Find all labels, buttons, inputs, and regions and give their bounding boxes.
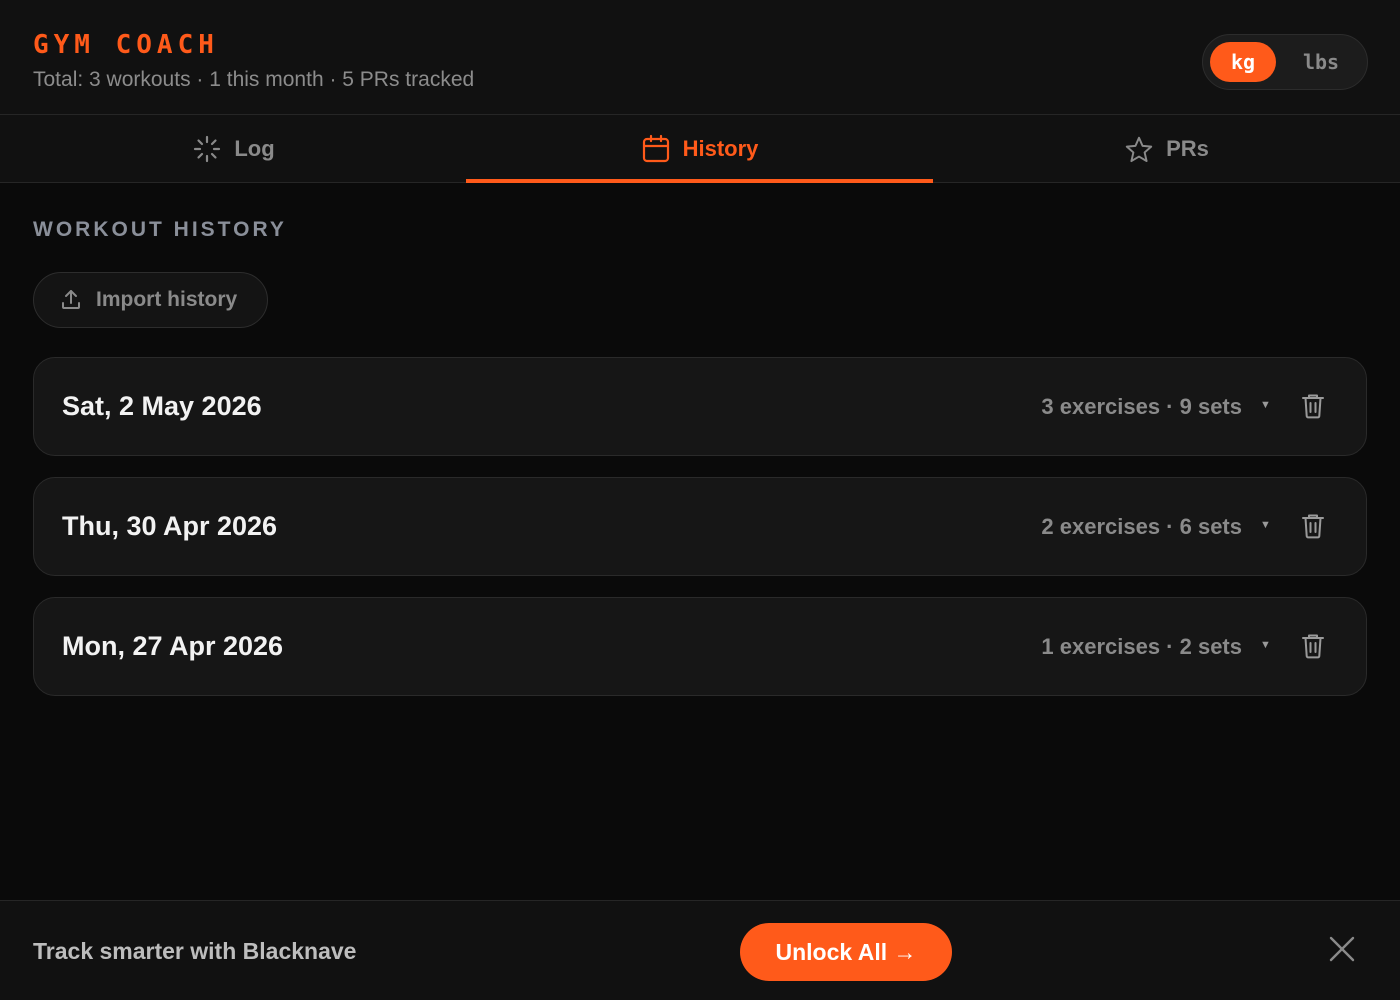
- workout-summary: 1 exercises · 2 sets: [1041, 634, 1242, 659]
- close-icon: [1328, 935, 1356, 966]
- chevron-down-icon: ▼: [1260, 519, 1271, 531]
- upload-icon: [60, 289, 82, 311]
- section-title: WORKOUT HISTORY: [33, 218, 287, 241]
- app-header: GYM COACH Total: 3 workouts · 1 this mon…: [0, 0, 1400, 115]
- app-root: GYM COACH Total: 3 workouts · 1 this mon…: [0, 0, 1400, 1000]
- tab-history[interactable]: History: [466, 115, 933, 183]
- workout-date: Mon, 27 Apr 2026: [62, 631, 284, 661]
- app-title: GYM COACH: [33, 30, 219, 60]
- workout-summary: 2 exercises · 6 sets: [1041, 514, 1242, 539]
- tab-history-label: History: [682, 136, 759, 161]
- import-history-button[interactable]: Import history: [33, 272, 268, 328]
- delete-workout-button[interactable]: [1298, 392, 1328, 422]
- workout-card[interactable]: Mon, 27 Apr 2026 1 exercises · 2 sets ▼: [33, 597, 1367, 696]
- workout-summary: 3 exercises · 9 sets: [1041, 394, 1242, 419]
- workout-date: Thu, 30 Apr 2026: [62, 511, 278, 541]
- workout-card[interactable]: Sat, 2 May 2026 3 exercises · 9 sets ▼: [33, 357, 1367, 456]
- tab-prs[interactable]: PRs: [933, 115, 1400, 183]
- workout-card[interactable]: Thu, 30 Apr 2026 2 exercises · 6 sets ▼: [33, 477, 1367, 576]
- unlock-all-button[interactable]: Unlock All →: [740, 923, 952, 981]
- star-icon: [1124, 134, 1154, 164]
- close-banner-button[interactable]: [1326, 934, 1358, 966]
- chevron-down-icon: ▼: [1260, 399, 1271, 411]
- tab-prs-label: PRs: [1166, 136, 1209, 161]
- delete-workout-button[interactable]: [1298, 632, 1328, 662]
- trash-icon: [1301, 633, 1325, 662]
- chevron-down-icon: ▼: [1260, 639, 1271, 651]
- promo-banner: Track smarter with Blacknave Unlock All …: [0, 900, 1400, 1000]
- tab-log-label: Log: [234, 136, 275, 161]
- unit-kg-button[interactable]: kg: [1210, 42, 1276, 82]
- unit-lbs-button[interactable]: lbs: [1288, 42, 1354, 82]
- tab-log[interactable]: Log: [0, 115, 467, 183]
- tab-bar: Log History PRs: [0, 115, 1400, 183]
- workout-date: Sat, 2 May 2026: [62, 391, 262, 421]
- loader-icon: [192, 134, 222, 164]
- promo-text: Track smarter with Blacknave: [33, 938, 357, 964]
- unit-toggle: kg lbs: [1202, 34, 1368, 90]
- import-history-label: Import history: [96, 288, 238, 311]
- trash-icon: [1301, 393, 1325, 422]
- calendar-icon: [641, 134, 671, 164]
- workout-stats: Total: 3 workouts · 1 this month · 5 PRs…: [33, 68, 475, 91]
- trash-icon: [1301, 513, 1325, 542]
- delete-workout-button[interactable]: [1298, 512, 1328, 542]
